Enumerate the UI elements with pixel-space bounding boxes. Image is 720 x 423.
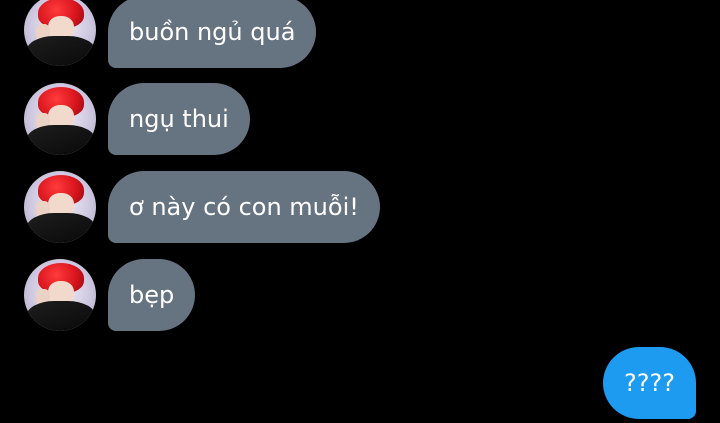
sender-avatar[interactable] [24, 83, 96, 155]
message-text: ???? [624, 369, 675, 397]
received-message-bubble[interactable]: ngụ thui [108, 83, 250, 155]
received-message-bubble[interactable]: bẹp [108, 259, 196, 331]
sent-message-bubble[interactable]: ???? [603, 347, 696, 419]
message-text: ngụ thui [129, 105, 229, 133]
message-text: ơ này có con muỗi! [129, 193, 359, 221]
received-message-bubble[interactable]: ơ này có con muỗi! [108, 171, 380, 243]
sender-avatar[interactable] [24, 171, 96, 243]
chat-thread: buồn ngủ quá ngụ thui ơ này có con muỗi!… [0, 0, 720, 423]
message-text: bẹp [129, 281, 175, 309]
sender-avatar[interactable] [24, 0, 96, 66]
message-text: buồn ngủ quá [129, 18, 296, 46]
received-message-bubble[interactable]: buồn ngủ quá [108, 0, 317, 68]
sender-avatar[interactable] [24, 259, 96, 331]
